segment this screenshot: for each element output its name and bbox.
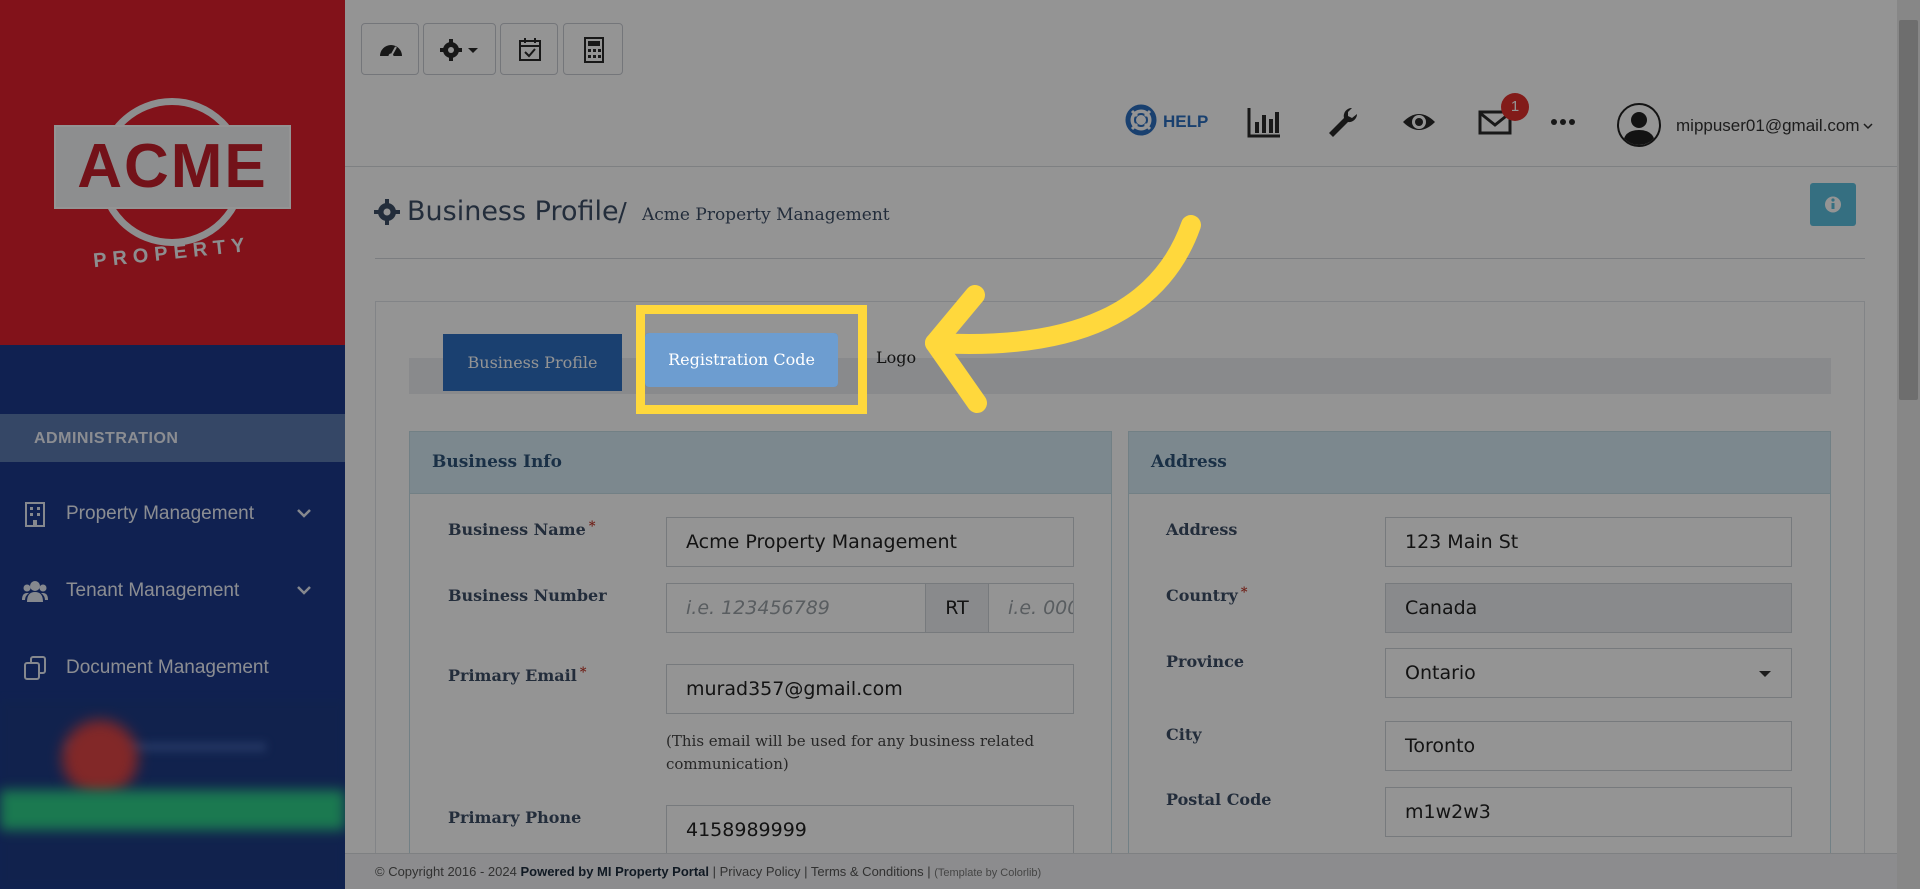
calculator-button[interactable]	[563, 23, 623, 75]
blurred-badge	[62, 720, 138, 796]
business-info-panel: Business Info	[409, 431, 1112, 861]
sidebar-item-property-management[interactable]: Property Management	[0, 483, 345, 543]
primary-email-field[interactable]: murad357@gmail.com	[666, 664, 1074, 714]
gear-dropdown-icon	[440, 39, 478, 61]
tab-business-profile[interactable]: Business Profile	[443, 334, 622, 391]
page-title: Business Profile	[407, 196, 619, 227]
scrollbar-thumb[interactable]	[1899, 20, 1918, 400]
pointer-arrow-icon	[925, 215, 1201, 413]
sidebar-item-label: Property Management	[66, 503, 254, 524]
lifebuoy-icon	[1125, 104, 1157, 136]
business-name-label: Business Name *	[448, 519, 596, 539]
info-icon	[1825, 196, 1841, 213]
help-link[interactable]	[1125, 104, 1157, 136]
footer-template-credit: (Template by Colorlib)	[934, 867, 1042, 879]
help-label[interactable]: HELP	[1163, 112, 1208, 132]
panel-title: Address	[1151, 452, 1227, 472]
panel-title: Business Info	[432, 452, 562, 472]
admin-section-label: ADMINISTRATION	[34, 430, 179, 447]
highlight-frame	[636, 305, 867, 414]
footer-copyright: © Copyright 2016 - 2024	[375, 864, 517, 879]
calendar-button[interactable]	[500, 23, 558, 75]
province-label: Province	[1166, 652, 1245, 671]
footer-powered-by[interactable]: Powered by MI Property Portal	[520, 864, 709, 879]
wrench-icon[interactable]	[1324, 104, 1360, 140]
business-name-field[interactable]: Acme Property Management	[666, 517, 1074, 567]
sidebar-item-document-management[interactable]: Document Management	[0, 637, 345, 697]
page-subtitle: Acme Property Management	[642, 205, 890, 225]
panel-header	[1129, 432, 1830, 494]
eye-icon[interactable]	[1401, 104, 1437, 140]
chevron-down-icon[interactable]	[1862, 120, 1874, 132]
mail-count-badge: 1	[1501, 93, 1529, 121]
chart-icon[interactable]	[1246, 104, 1282, 140]
postal-code-label: Postal Code	[1166, 790, 1272, 809]
calendar-check-icon	[519, 38, 541, 61]
sidebar-item-label: Tenant Management	[66, 580, 240, 601]
primary-phone-field[interactable]: 4158989999	[666, 805, 1074, 855]
rt-number-field[interactable]: i.e. 0001	[988, 583, 1074, 633]
city-field[interactable]: Toronto	[1385, 721, 1792, 771]
sidebar: ACME PROPERTY ADMINISTRATION Property Ma…	[0, 0, 345, 889]
dashboard-icon	[380, 45, 402, 59]
email-help-text: (This email will be used for any busines…	[666, 732, 1035, 773]
building-icon	[25, 502, 45, 527]
dashboard-button[interactable]	[361, 23, 419, 75]
footer-text: © Copyright 2016 - 2024 Powered by MI Pr…	[375, 864, 1041, 879]
documents-icon	[24, 656, 46, 680]
calculator-icon	[584, 37, 604, 63]
dropdown-caret-icon[interactable]	[1758, 669, 1772, 679]
blurred-green-bar	[0, 790, 345, 830]
postal-code-field[interactable]: m1w2w3	[1385, 787, 1792, 837]
users-icon	[22, 581, 48, 602]
brand-logo: ACME	[77, 132, 268, 201]
address-label: Address	[1166, 520, 1238, 539]
info-button[interactable]	[1810, 183, 1856, 226]
gear-icon	[374, 199, 400, 225]
country-label: Country *	[1166, 585, 1248, 605]
country-field: Canada	[1385, 583, 1792, 633]
province-select[interactable]: Ontario	[1385, 648, 1792, 698]
more-icon[interactable]	[1545, 104, 1581, 140]
settings-dropdown-button[interactable]	[423, 23, 496, 75]
sidebar-item-label: Document Management	[66, 657, 269, 678]
rt-addon: RT	[925, 583, 989, 633]
primary-phone-label: Primary Phone	[448, 808, 582, 827]
chevron-down-icon	[297, 586, 311, 595]
primary-email-label: Primary Email *	[448, 665, 587, 685]
chevron-down-icon	[297, 509, 311, 518]
business-number-label: Business Number	[448, 586, 607, 605]
city-label: City	[1166, 725, 1202, 744]
user-avatar-icon	[1623, 112, 1655, 145]
business-number-field[interactable]: i.e. 123456789	[666, 583, 926, 633]
footer-links[interactable]: | Privacy Policy | Terms & Conditions |	[713, 864, 931, 879]
avatar[interactable]	[1617, 103, 1661, 147]
breadcrumb-separator: /	[618, 198, 627, 228]
user-email[interactable]: mippuser01@gmail.com	[1676, 116, 1860, 136]
address-field[interactable]: 123 Main St	[1385, 517, 1792, 567]
sidebar-item-tenant-management[interactable]: Tenant Management	[0, 560, 345, 620]
